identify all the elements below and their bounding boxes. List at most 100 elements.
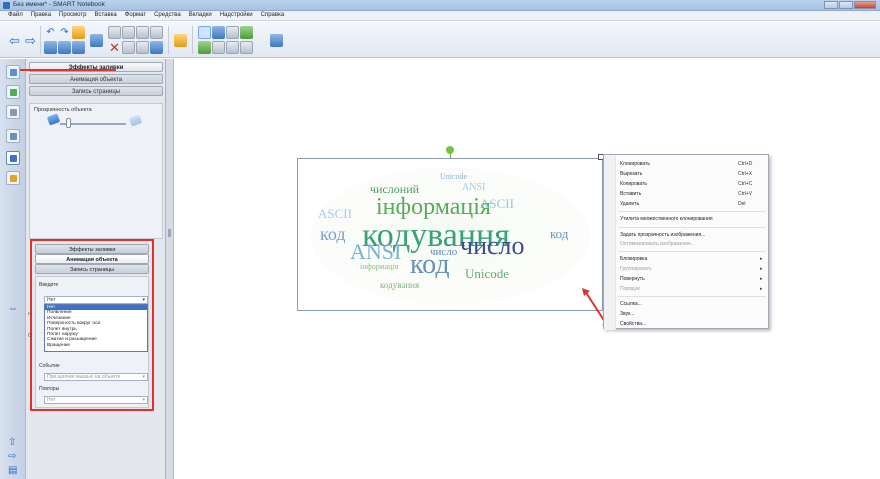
shape-icon[interactable]: [212, 41, 225, 54]
context-menu-item[interactable]: Вставить: [620, 191, 641, 197]
properties-icon[interactable]: [270, 34, 283, 47]
menu-tabs[interactable]: Вкладки: [185, 11, 216, 20]
camera-icon[interactable]: [150, 26, 163, 39]
panel-splitter[interactable]: [166, 59, 174, 479]
undo-icon[interactable]: ↶: [44, 26, 57, 39]
menu-view[interactable]: Просмотр: [55, 11, 90, 20]
animation-type-select[interactable]: Нет ▾: [44, 296, 148, 304]
side-tab-strip: ⇔ ⇧ ⇨ ▤: [0, 59, 26, 479]
context-menu-shortcut: Del: [738, 201, 746, 207]
context-menu-item[interactable]: Блокировка: [620, 256, 647, 262]
animation-properties: Введите Нет ▾ Нет Появление Исчезание Повер…: [28, 276, 149, 408]
page-icon[interactable]: [44, 41, 57, 54]
type-label: Введите: [39, 282, 59, 288]
folder-icon[interactable]: [72, 26, 85, 39]
arrow-right-icon[interactable]: ⇨: [24, 34, 37, 47]
filter-icon[interactable]: [122, 41, 135, 54]
gallery-icon[interactable]: [174, 34, 187, 47]
dropdown-option[interactable]: Вращение: [45, 343, 147, 348]
event-select[interactable]: При щелчке мышью на объекте ▾: [44, 373, 148, 381]
menu-addons[interactable]: Надстройки: [216, 11, 257, 20]
menu-edit[interactable]: Правка: [27, 11, 55, 20]
transparency-label: Прозрачность объекта: [34, 107, 92, 113]
rotate-handle[interactable]: [446, 146, 454, 154]
page-record-header[interactable]: Запись страницы: [29, 86, 163, 96]
capture-icon[interactable]: [136, 26, 149, 39]
attachments-tab[interactable]: [6, 105, 20, 119]
addons-tab[interactable]: [6, 171, 20, 185]
delete-icon[interactable]: ✕: [108, 41, 121, 54]
expand-arrow-icon[interactable]: ⇔: [8, 303, 18, 314]
arrow-left-icon[interactable]: ⇦: [8, 34, 21, 47]
magic-pen-icon[interactable]: [240, 41, 253, 54]
fill-icon[interactable]: [240, 26, 253, 39]
animation-type-dropdown: Нет Появление Исчезание Поверхность вокруг …: [44, 304, 148, 352]
word-cloud-word: кодування: [380, 280, 420, 290]
lesson-activity-tab[interactable]: [6, 129, 20, 143]
word-cloud: кодування інформація код число ANSI ASCII Unic…: [310, 167, 590, 305]
table-icon[interactable]: [122, 26, 135, 39]
event-value: При щелчке мышью на объекте: [47, 374, 121, 380]
context-menu-item[interactable]: Удалить: [620, 201, 639, 207]
chevron-down-icon: ▾: [142, 397, 145, 403]
close-button[interactable]: [854, 1, 876, 9]
save-icon[interactable]: [72, 41, 85, 54]
context-menu-item[interactable]: Группировать: [620, 266, 652, 272]
screen-icon[interactable]: [90, 34, 103, 47]
page-record-tab[interactable]: Запись страницы: [35, 264, 149, 274]
gallery-tab[interactable]: [6, 85, 20, 99]
repeat-select[interactable]: Нет ▾: [44, 396, 148, 404]
notebook-page-canvas[interactable]: кодування інформація код число ANSI ASCII Unic…: [175, 59, 880, 479]
context-menu-item[interactable]: Порядок: [620, 286, 640, 292]
object-animation-tab[interactable]: Анимация объекта: [35, 254, 149, 264]
page-sorter-tab[interactable]: [6, 65, 20, 79]
word-cloud-word: Unicode: [465, 266, 510, 281]
word-cloud-word: Unicode: [440, 172, 468, 181]
word-cloud-word: код: [550, 226, 569, 241]
word-cloud-word: ANSI: [350, 239, 402, 264]
arrow-up-icon[interactable]: ⇧: [8, 437, 16, 448]
paste-icon[interactable]: [108, 26, 121, 39]
redo-icon[interactable]: ↷: [58, 26, 71, 39]
context-menu-item[interactable]: Ссылка...: [620, 301, 642, 307]
menu-insert[interactable]: Вставка: [90, 11, 120, 20]
minimize-button[interactable]: [824, 1, 838, 9]
fill-effects-tab[interactable]: Эффекты заливки: [35, 244, 149, 254]
window-controls: [824, 1, 876, 9]
properties-tab[interactable]: [6, 151, 20, 165]
chevron-down-icon: ▾: [142, 374, 145, 380]
line-icon[interactable]: [226, 41, 239, 54]
selected-image[interactable]: кодування інформація код число ANSI ASCII Unic…: [297, 158, 603, 311]
maximize-button[interactable]: [839, 1, 853, 9]
document-icon[interactable]: [150, 41, 163, 54]
list-icon[interactable]: [136, 41, 149, 54]
context-menu-item[interactable]: Звук...: [620, 311, 634, 317]
menu-tools[interactable]: Средства: [150, 11, 185, 20]
app-icon: [3, 2, 10, 9]
transparency-slider-thumb[interactable]: [66, 118, 72, 128]
pen-icon[interactable]: [212, 26, 225, 39]
context-menu-item[interactable]: Вырезать: [620, 171, 642, 177]
menu-format[interactable]: Формат: [121, 11, 150, 20]
context-menu-item[interactable]: Задать прозрачность изображения...: [620, 232, 705, 238]
object-animation-header[interactable]: Анимация объекта: [29, 74, 163, 84]
repeat-value: Нет: [47, 397, 56, 403]
screen-shade-icon[interactable]: ▤: [8, 465, 17, 476]
open-icon[interactable]: [58, 41, 71, 54]
menu-bar: Файл Правка Просмотр Вставка Формат Сред…: [0, 11, 880, 21]
arrow-right-icon[interactable]: ⇨: [8, 451, 16, 462]
context-menu-item[interactable]: Повернуть: [620, 276, 645, 282]
menu-file[interactable]: Файл: [4, 11, 27, 20]
menu-help[interactable]: Справка: [257, 11, 289, 20]
eraser-icon[interactable]: [226, 26, 239, 39]
context-menu-item[interactable]: Клонировать: [620, 161, 650, 167]
context-menu-item[interactable]: Копировать: [620, 181, 647, 187]
context-menu-item[interactable]: Оптимизировать изображение...: [620, 241, 695, 247]
text-icon[interactable]: [198, 41, 211, 54]
pointer-icon[interactable]: [198, 26, 211, 39]
word-cloud-word: ANSI: [462, 182, 486, 193]
context-menu-item[interactable]: Утилита множественного клонирования: [620, 216, 713, 222]
context-menu-item[interactable]: Свойства...: [620, 321, 646, 327]
submenu-arrow-icon: ▸: [760, 276, 763, 282]
submenu-arrow-icon: ▸: [760, 266, 763, 272]
